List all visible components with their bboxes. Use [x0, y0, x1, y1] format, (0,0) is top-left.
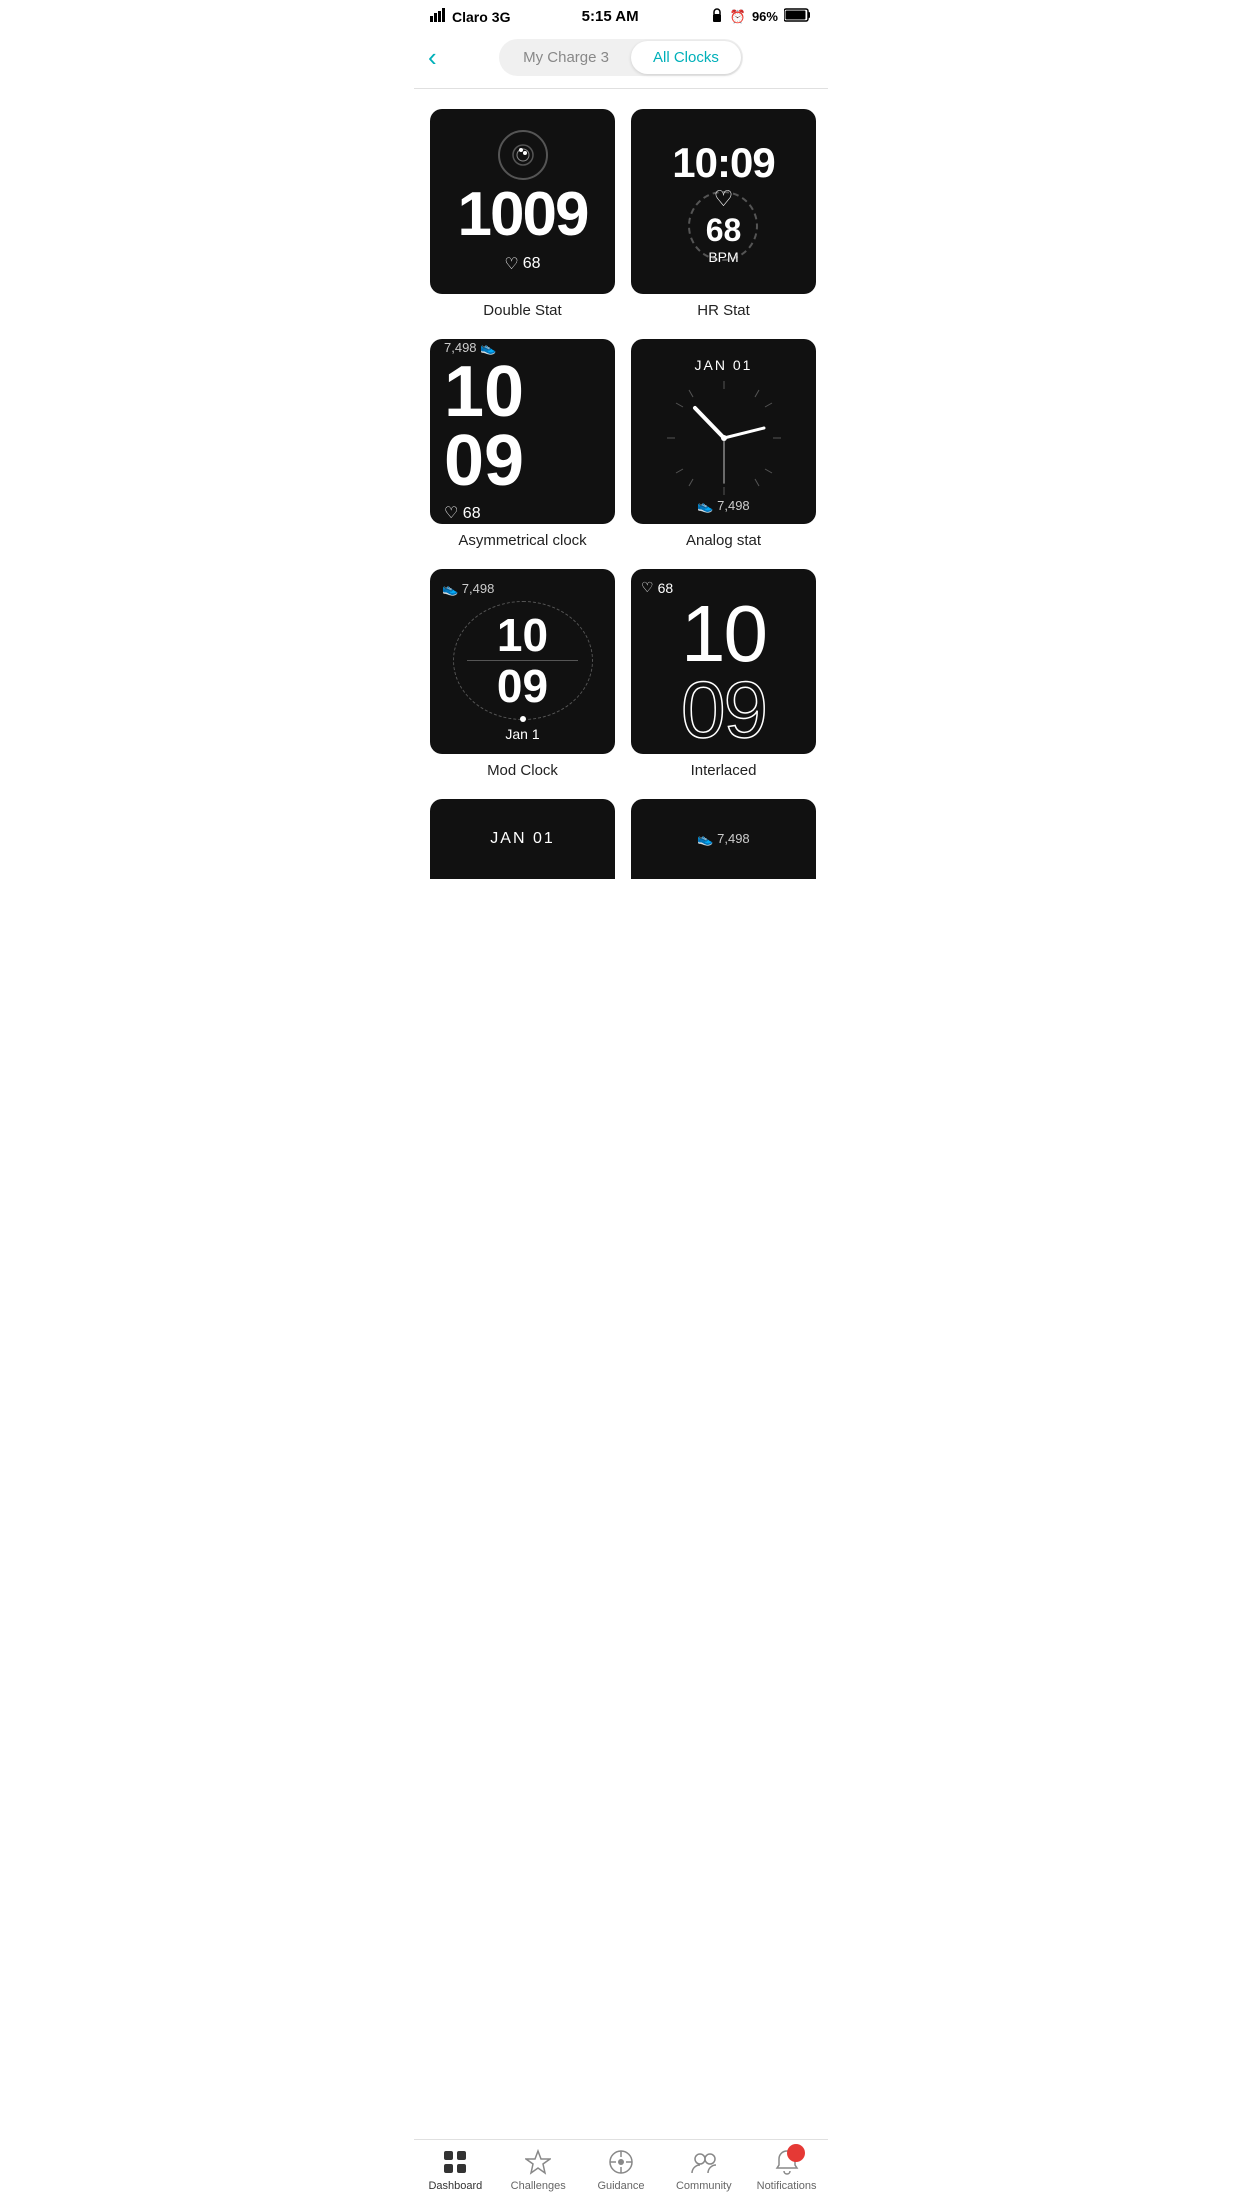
partial-clocks-row: JAN 01 👟 7,498	[414, 799, 828, 959]
clock-item-analog[interactable]: JAN 01	[631, 339, 816, 549]
clock-face-double-stat: 1009 ♡68	[430, 109, 615, 294]
clock-face-analog: JAN 01	[631, 339, 816, 524]
hrs-circle: ♡ 68 BPM	[688, 191, 758, 261]
hrs-time: 10:09	[672, 139, 774, 187]
clock-item-mod[interactable]: 👟 7,498 10 09 Jan 1 Mod Clock	[430, 569, 615, 779]
int-min: 09	[681, 672, 766, 748]
tab-group: My Charge 3 All Clocks	[499, 39, 743, 76]
guidance-icon	[607, 2148, 635, 2176]
partial-face-right: 👟 7,498	[631, 799, 816, 879]
analog-steps: 👟 7,498	[631, 498, 816, 514]
nav-label-challenges: Challenges	[511, 2180, 566, 2192]
partial-date-text: JAN 01	[490, 830, 554, 848]
asym-hr: ♡ 68	[444, 503, 601, 523]
clock-label-mod: Mod Clock	[487, 762, 558, 779]
clock-label-double-stat: Double Stat	[483, 302, 561, 319]
clock-item-double-stat[interactable]: 1009 ♡68 Double Stat	[430, 109, 615, 319]
status-left: Claro 3G	[430, 8, 510, 25]
carrier-label: Claro	[452, 9, 488, 25]
clock-label-interlaced: Interlaced	[691, 762, 757, 779]
mod-circle: 10 09	[453, 601, 593, 720]
clock-face-hr-stat: 10:09 ♡ 68 BPM	[631, 109, 816, 294]
signal-icon	[430, 8, 448, 25]
mod-min: 09	[497, 663, 548, 709]
nav-label-community: Community	[676, 2180, 732, 2192]
nav-community[interactable]: Community	[662, 2148, 745, 2192]
clock-item-interlaced[interactable]: ♡68 10 09 Interlaced	[631, 569, 816, 779]
partial-clock-right[interactable]: 👟 7,498	[631, 799, 816, 879]
nav-label-notifications: Notifications	[757, 2180, 817, 2192]
partial-face-left: JAN 01	[430, 799, 615, 879]
nav-label-guidance: Guidance	[597, 2180, 644, 2192]
tab-my-charge[interactable]: My Charge 3	[501, 41, 631, 74]
battery-label: 96%	[752, 9, 778, 24]
lock-icon	[710, 8, 724, 25]
clock-label-analog: Analog stat	[686, 532, 761, 549]
nav-icon-wrapper-notifications	[773, 2148, 801, 2176]
notification-badge	[787, 2144, 805, 2162]
int-hour: 10	[681, 596, 766, 672]
clock-face-mod: 👟 7,498 10 09 Jan 1	[430, 569, 615, 754]
ds-activity-ring	[498, 130, 548, 180]
nav-challenges[interactable]: Challenges	[497, 2148, 580, 2192]
status-time: 5:15 AM	[582, 8, 639, 25]
nav-dashboard[interactable]: Dashboard	[414, 2148, 497, 2192]
nav-label-dashboard: Dashboard	[428, 2180, 482, 2192]
clock-face-interlaced: ♡68 10 09	[631, 569, 816, 754]
partial-steps-text: 👟 7,498	[697, 831, 749, 847]
bottom-nav: Dashboard Challenges Guidance	[414, 2139, 828, 2208]
clock-face-asymmetrical: 7,498 👟 10 09 ♡ 68	[430, 339, 615, 524]
mod-hour: 10	[497, 612, 548, 658]
battery-icon	[784, 8, 812, 25]
back-button[interactable]: ‹	[428, 42, 437, 73]
tab-all-clocks[interactable]: All Clocks	[631, 41, 741, 74]
clock-grid: 1009 ♡68 Double Stat 10:09 ♡ 68 BPM	[414, 89, 828, 799]
ds-time: 1009	[458, 184, 588, 246]
mod-date: Jan 1	[505, 726, 539, 742]
status-bar: Claro 3G 5:15 AM ⏰ 96%	[414, 0, 828, 29]
analog-clock-svg	[659, 373, 789, 503]
analog-date: JAN 01	[631, 347, 816, 373]
dashboard-icon	[441, 2148, 469, 2176]
clock-label-asymmetrical: Asymmetrical clock	[458, 532, 586, 549]
nav-guidance[interactable]: Guidance	[580, 2148, 663, 2192]
status-right: ⏰ 96%	[710, 8, 812, 25]
clock-label-hr-stat: HR Stat	[697, 302, 750, 319]
clock-item-asymmetrical[interactable]: 7,498 👟 10 09 ♡ 68 Asymmetrical clock	[430, 339, 615, 549]
network-label: 3G	[492, 9, 511, 25]
partial-clock-left[interactable]: JAN 01	[430, 799, 615, 879]
mod-steps: 👟 7,498	[442, 581, 494, 597]
asym-min: 09	[444, 427, 601, 495]
challenges-icon	[524, 2148, 552, 2176]
int-hr-row: ♡68	[641, 579, 673, 596]
asym-hour: 10	[444, 358, 601, 426]
nav-notifications[interactable]: Notifications	[745, 2148, 828, 2192]
ds-hr: ♡68	[458, 254, 588, 274]
alarm-icon: ⏰	[730, 9, 746, 25]
community-icon	[690, 2148, 718, 2176]
header: ‹ My Charge 3 All Clocks	[414, 29, 828, 89]
clock-item-hr-stat[interactable]: 10:09 ♡ 68 BPM HR Stat	[631, 109, 816, 319]
